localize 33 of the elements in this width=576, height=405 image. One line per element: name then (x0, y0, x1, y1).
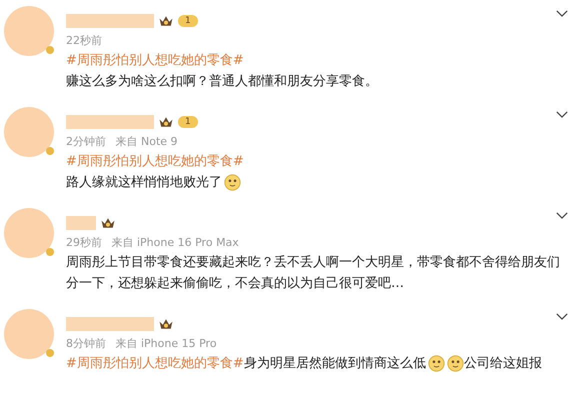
chevron-down-icon[interactable] (556, 111, 568, 118)
timestamp: 22秒前 (66, 34, 102, 47)
crown-icon (158, 14, 174, 28)
chevron-down-icon[interactable] (556, 212, 568, 219)
comment-text: 路人缘就这样悄悄地败光了 (66, 174, 222, 192)
crown-icon (158, 317, 174, 331)
timestamp: 29秒前 (66, 236, 102, 249)
comment-text: 赚这么多为啥这么扣啊？普通人都懂和朋友分享零食。 (66, 72, 378, 91)
timestamp: 8分钟前 (66, 337, 106, 350)
level-badge: 1 (178, 116, 198, 128)
hashtag-link[interactable]: #周雨彤怕别人想吃她的零食# (66, 353, 244, 374)
crown-icon (158, 115, 174, 129)
hashtag-link[interactable]: #周雨彤怕别人想吃她的零食# (66, 151, 244, 172)
level-badge: 1 (178, 15, 198, 27)
emoji-icon (446, 355, 464, 372)
comment-text: 周雨彤上节目带零食还要藏起来吃？丢不丢人啊一个大明星，带零食都不舍得给朋友们分一下，还想躲起来偷偷吃，不会真的以为自己很可爱吧… (66, 254, 561, 293)
chevron-down-icon[interactable] (556, 10, 568, 17)
verified-badge-icon (46, 147, 54, 155)
emoji-icon (428, 355, 445, 372)
timestamp: 2分钟前 (66, 135, 106, 148)
verified-badge-icon (46, 349, 54, 357)
redacted-username (66, 216, 96, 230)
crown-icon (100, 216, 116, 230)
emoji-icon (224, 174, 241, 191)
device-source: 来自 iPhone 16 Pro Max (112, 236, 239, 249)
verified-badge-icon (46, 248, 54, 256)
verified-badge-icon (46, 46, 54, 54)
chevron-down-icon[interactable] (556, 313, 568, 320)
device-source: 来自 Note 9 (116, 135, 178, 148)
device-source: 来自 iPhone 15 Pro (116, 337, 217, 350)
comment-text: 公司给这姐报 (464, 355, 542, 373)
comment-text: 身为明星居然能做到情商这么低 (244, 355, 426, 373)
hashtag-link[interactable]: #周雨彤怕别人想吃她的零食# (66, 50, 244, 71)
